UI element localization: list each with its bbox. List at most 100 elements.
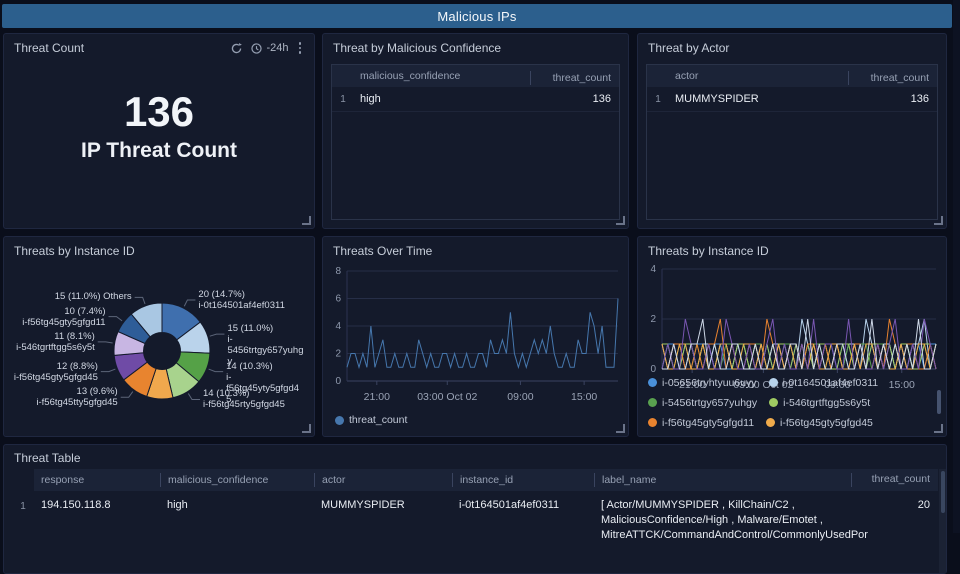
panel-title: Threat Count (14, 41, 85, 55)
legend-label: i-546tgrtftgg5s6y5t (783, 396, 871, 409)
dashboard-title-bar: Malicious IPs (2, 4, 952, 28)
cell-label-name: [ Actor/MUMMYSPIDER , KillChain/C2 , Mal… (601, 499, 868, 541)
legend-scrollbar[interactable] (937, 390, 941, 414)
svg-text:8: 8 (335, 266, 341, 277)
resize-handle[interactable] (616, 424, 625, 433)
legend-label: i-f56tg45gty5gfgd11 (662, 416, 755, 429)
svg-text:4: 4 (335, 321, 341, 332)
cell-actor: MUMMYSPIDER (675, 93, 759, 105)
legend-item[interactable]: i-546tgrtftgg5s6y5t (769, 393, 870, 412)
cell-actor: MUMMYSPIDER (321, 499, 405, 511)
column-header[interactable]: threat_count (848, 71, 937, 85)
time-range-picker[interactable]: -24h (250, 42, 289, 55)
legend-label: i-0t164501af4ef0311 (782, 376, 879, 389)
legend-label: threat_count (349, 414, 408, 426)
legend-dot (335, 415, 344, 425)
pie-slice-label: 11 (8.1%) i-546tgrtftgg5s6y5t (16, 330, 95, 353)
refresh-button[interactable] (230, 42, 243, 55)
panel-title: Threat by Actor (648, 41, 730, 55)
panel-title: Threats by Instance ID (14, 244, 135, 258)
threat-count-value: 136 (123, 87, 195, 135)
pie-slice-label: 15 (11.0%) Others (54, 291, 132, 303)
svg-text:6: 6 (335, 294, 341, 305)
legend-item[interactable]: i-05656tryhtyuu6uyy (648, 373, 757, 392)
panel-threats-over-time: Threats Over Time 0 2 4 6 8 21:00 03:00 Oct 02… (322, 236, 629, 437)
actor-table: actor threat_count 1 MUMMYSPIDER 136 (646, 64, 938, 220)
panel-threats-by-instance-pie: Threats by Instance ID 20 (14.7%) i-0t164… (3, 236, 315, 437)
legend-label: i-5456trtgy657yuhgy (662, 396, 758, 409)
svg-text:0: 0 (335, 376, 341, 387)
legend-dot (768, 378, 778, 387)
panel-title: Threat Table (14, 451, 81, 465)
pie-chart-area: 20 (14.7%) i-0t164501af4ef0311 15 (11.0%) i… (4, 261, 308, 437)
column-header[interactable]: malicious_confidence (354, 70, 530, 82)
cell-confidence: high (167, 499, 188, 511)
cell-response: 194.150.118.8 (41, 499, 111, 511)
column-header[interactable]: malicious_confidence (160, 473, 314, 487)
panel-title: Threats Over Time (333, 244, 433, 258)
svg-text:15:00: 15:00 (571, 391, 597, 403)
pie-slice-label: 14 (10.3%) i-f56tg45rty5gfgd45 (203, 388, 285, 411)
resize-handle[interactable] (302, 216, 311, 225)
svg-text:21:00: 21:00 (364, 391, 390, 403)
dashboard: { "header": { "title": "Malicious IPs" }… (0, 0, 960, 574)
resize-handle[interactable] (934, 424, 943, 433)
panel-threats-by-instance-lines: Threats by Instance ID 0 2 4 21:00 03:00 Oct… (637, 236, 947, 437)
legend-item[interactable]: i-5456trtgy657yuhgy (648, 393, 757, 412)
legend-item[interactable]: i-0t164501af4ef0311 (768, 373, 879, 392)
cell-count: 136 (910, 93, 929, 105)
refresh-icon (232, 42, 243, 53)
table-header: malicious_confidence threat_count (332, 65, 619, 87)
dashboard-title: Malicious IPs (437, 8, 517, 24)
resize-handle[interactable] (616, 216, 625, 225)
resize-handle[interactable] (934, 216, 943, 225)
column-header[interactable]: actor (669, 70, 848, 82)
legend-label: i-05656tryhtyuu6uyy (662, 376, 757, 389)
table-row[interactable]: 1 high 136 (332, 87, 619, 112)
panel-title: Threats by Instance ID (648, 244, 769, 258)
resize-handle[interactable] (302, 424, 311, 433)
panel-threat-table: Threat Table response malicious_confiden… (3, 444, 947, 574)
column-header[interactable]: actor (314, 473, 452, 487)
column-header[interactable]: label_name (594, 473, 851, 487)
svg-text:09:00: 09:00 (507, 391, 533, 403)
page-scrollbar[interactable] (953, 0, 960, 533)
pie-slice-label: 13 (9.6%) i-f56tg45tty5gfgd45 (36, 386, 118, 409)
panel-threat-by-confidence: Threat by Malicious Confidence malicious… (322, 33, 629, 229)
time-range-label: -24h (266, 42, 289, 54)
column-header[interactable]: threat_count (530, 71, 619, 85)
svg-text:2: 2 (650, 314, 656, 325)
legend-dot (648, 418, 657, 427)
chart-legend: i-05656tryhtyuu6uyy i-0t164501af4ef0311 … (648, 373, 932, 432)
panel-threat-by-actor: Threat by Actor actor threat_count 1 MUM… (637, 33, 947, 229)
legend-item[interactable]: i-f56tg45gty5gfgd11 (648, 413, 754, 432)
table-row[interactable]: 1 194.150.118.8 high MUMMYSPIDER i-0t164… (12, 491, 938, 543)
legend-dot (648, 398, 657, 407)
svg-text:2: 2 (335, 349, 341, 360)
threats-over-time-chart[interactable]: 0 2 4 6 8 21:00 03:00 Oct 02 09:00 15:00 (327, 261, 626, 409)
confidence-table: malicious_confidence threat_count 1 high… (331, 64, 620, 220)
table-header: response malicious_confidence actor inst… (34, 469, 938, 491)
legend-dot (648, 378, 657, 387)
panel-threat-count: Threat Count -24h 136 IP Threat Count (3, 33, 315, 229)
legend-dot (769, 398, 779, 407)
panel-menu-button[interactable] (296, 41, 305, 55)
table-row[interactable]: 1 MUMMYSPIDER 136 (647, 87, 937, 112)
table-header: actor threat_count (647, 65, 937, 87)
pie-slice-label: 12 (8.8%) i-f56tg45gty5gfgd45 (13, 360, 98, 383)
column-header[interactable]: response (34, 473, 160, 487)
cell-count: 136 (592, 93, 611, 105)
panel-title: Threat by Malicious Confidence (333, 41, 502, 55)
pie-slice-label: 10 (7.4%) i-f56tg45gty5gfgd11 (22, 305, 106, 328)
svg-text:03:00 Oct 02: 03:00 Oct 02 (417, 391, 477, 403)
column-header[interactable]: threat_count (851, 473, 938, 487)
legend-item[interactable]: i-f56tg45gty5gfgd45 (766, 413, 873, 432)
cell-confidence: high (360, 93, 381, 105)
legend-label: i-f56tg45gty5gfgd45 (780, 416, 873, 429)
cell-threat-count: 20 (917, 499, 930, 511)
column-header[interactable]: instance_id (452, 473, 594, 487)
legend-item-threat-count[interactable]: threat_count (335, 414, 407, 426)
threat-count-caption: IP Threat Count (81, 139, 237, 163)
threat-table: response malicious_confidence actor inst… (12, 469, 938, 573)
table-scrollbar[interactable] (939, 469, 946, 573)
